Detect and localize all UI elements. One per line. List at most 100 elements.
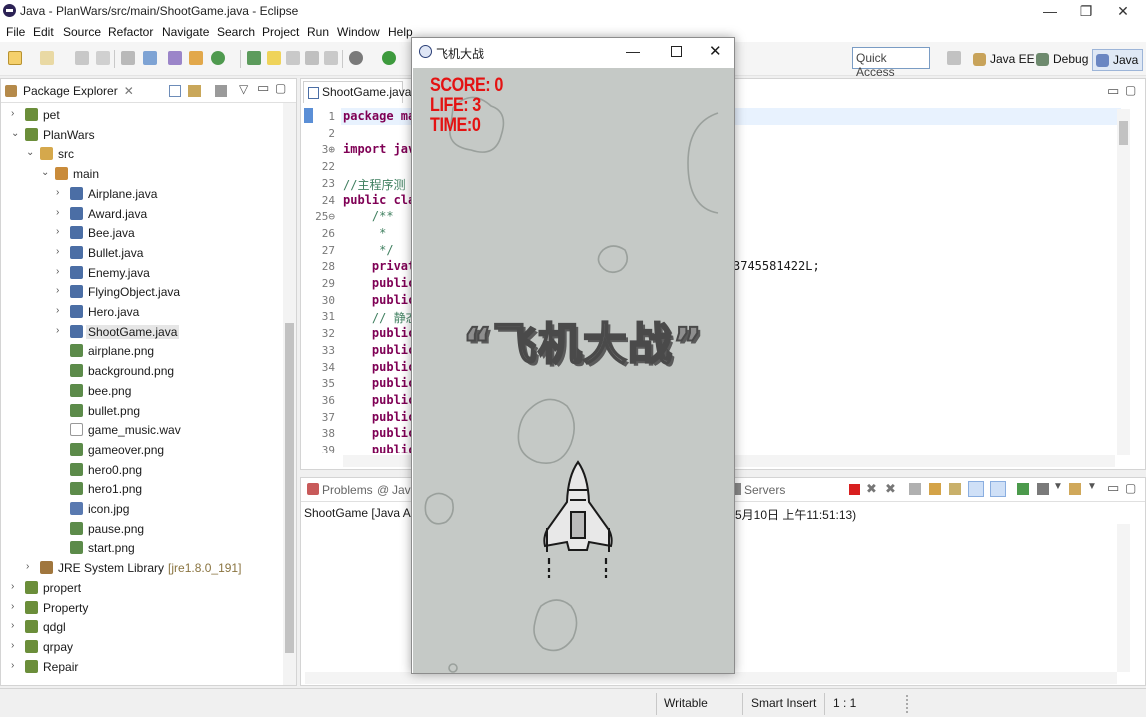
menu-navigate[interactable]: Navigate — [162, 25, 209, 39]
editor-vscrollbar[interactable] — [1117, 109, 1130, 455]
tree-item[interactable]: bee.png — [1, 381, 283, 401]
clear-console-icon[interactable] — [909, 483, 921, 495]
expand-arrow-closed-icon[interactable]: › — [56, 305, 59, 316]
tree-item[interactable]: ⌄ src — [1, 144, 283, 164]
show-on-output-icon[interactable] — [968, 481, 984, 497]
expand-arrow-closed-icon[interactable]: › — [11, 640, 14, 651]
editor-scrollbar-thumb[interactable] — [1119, 121, 1128, 145]
scrollbar-thumb[interactable] — [285, 323, 294, 653]
paragraph-icon[interactable] — [324, 51, 338, 65]
filters-icon[interactable] — [215, 85, 227, 97]
expand-arrow-closed-icon[interactable]: › — [56, 325, 59, 336]
expand-arrow-closed-icon[interactable]: › — [56, 226, 59, 237]
hero-plane[interactable] — [533, 460, 623, 585]
tree-item[interactable]: › qrpay — [1, 637, 283, 657]
tree-item[interactable]: gameover.png — [1, 440, 283, 460]
tree-item[interactable]: › Bee.java — [1, 223, 283, 243]
tree-item[interactable]: background.png — [1, 361, 283, 381]
tree-item[interactable]: start.png — [1, 538, 283, 558]
expand-arrow-closed-icon[interactable]: › — [26, 561, 29, 572]
minimize-button[interactable]: — — [1040, 2, 1060, 20]
show-on-error-icon[interactable] — [990, 481, 1006, 497]
pin-icon[interactable] — [247, 51, 261, 65]
close-tab-icon[interactable]: ✕ — [124, 84, 134, 98]
tree-item[interactable]: › Airplane.java — [1, 184, 283, 204]
tree-item[interactable]: bullet.png — [1, 401, 283, 421]
run-icon[interactable] — [382, 51, 396, 65]
view-menu-icon[interactable]: ▽ — [239, 82, 248, 96]
remove-all-icon[interactable]: ✖ — [885, 481, 896, 497]
tree-item[interactable]: › Award.java — [1, 204, 283, 224]
minimize-console-icon[interactable]: ▭ — [1107, 480, 1119, 496]
menu-window[interactable]: Window — [337, 25, 380, 39]
perspective-debug[interactable]: Debug — [1033, 49, 1092, 71]
open-perspective-icon[interactable] — [947, 51, 961, 65]
package-explorer-tab[interactable]: Package Explorer ✕ — [5, 84, 134, 98]
console-dropdown-icon[interactable]: ▼ — [1053, 481, 1063, 492]
editor-tab-shootgame[interactable]: ShootGame.java — [303, 81, 411, 103]
quick-access-input[interactable]: Quick Access — [852, 47, 930, 79]
expand-arrow-closed-icon[interactable]: › — [56, 207, 59, 218]
menu-refactor[interactable]: Refactor — [108, 25, 153, 39]
console-icon[interactable] — [143, 51, 157, 65]
perspective-java[interactable]: Java — [1092, 49, 1144, 71]
tree-item[interactable]: airplane.png — [1, 341, 283, 361]
minimize-editor-icon[interactable]: ▭ — [1107, 83, 1119, 99]
expand-arrow-closed-icon[interactable]: › — [11, 660, 14, 671]
menu-file[interactable]: File — [6, 25, 25, 39]
word-wrap-icon[interactable] — [949, 483, 961, 495]
tree-item[interactable]: icon.jpg — [1, 499, 283, 519]
close-button[interactable]: ✕ — [1113, 2, 1133, 20]
game-canvas[interactable]: SCORE: 0 LIFE: 3 TIME:0 “飞机大战” — [413, 68, 734, 673]
tree-item[interactable]: › Property — [1, 598, 283, 618]
minimize-view-icon[interactable]: ▭ — [257, 80, 269, 96]
expand-arrow-closed-icon[interactable]: › — [11, 620, 14, 631]
collapse-all-icon[interactable] — [169, 85, 181, 97]
toggle-block-icon[interactable] — [286, 51, 300, 65]
menu-edit[interactable]: Edit — [33, 25, 54, 39]
tree-item[interactable]: ⌄ PlanWars — [1, 125, 283, 145]
expand-arrow-closed-icon[interactable]: › — [56, 246, 59, 257]
open-type-icon[interactable] — [168, 51, 182, 65]
open-console-dropdown-icon[interactable]: ▼ — [1087, 481, 1097, 492]
tree-item[interactable]: hero0.png — [1, 460, 283, 480]
scroll-lock-icon[interactable] — [929, 483, 941, 495]
debug-icon[interactable] — [349, 51, 363, 65]
expand-arrow-closed-icon[interactable]: › — [56, 266, 59, 277]
maximize-view-icon[interactable]: ▢ — [275, 81, 286, 95]
tree-item[interactable]: hero1.png — [1, 479, 283, 499]
pin-console-icon[interactable] — [1017, 483, 1029, 495]
tree-item[interactable]: › Bullet.java — [1, 243, 283, 263]
menu-run[interactable]: Run — [307, 25, 329, 39]
display-console-icon[interactable] — [1037, 483, 1049, 495]
tree-item[interactable]: pause.png — [1, 519, 283, 539]
expand-arrow-open-icon[interactable]: ⌄ — [41, 167, 49, 178]
tree-item[interactable]: › JRE System Library [jre1.8.0_191] — [1, 558, 283, 578]
tree-item[interactable]: › propert — [1, 578, 283, 598]
tab-problems[interactable]: Problems — [322, 483, 373, 497]
terminate-icon[interactable] — [849, 484, 860, 495]
tree-item[interactable]: › pet — [1, 105, 283, 125]
expand-arrow-closed-icon[interactable]: › — [56, 285, 59, 296]
new-icon[interactable] — [8, 51, 22, 65]
tab-servers[interactable]: Servers — [744, 483, 785, 497]
game-close-button[interactable]: ✕ — [709, 42, 722, 60]
perspective-java-ee[interactable]: Java EE — [970, 49, 1039, 71]
expand-arrow-closed-icon[interactable]: › — [56, 187, 59, 198]
maximize-console-icon[interactable]: ▢ — [1125, 481, 1136, 495]
tree-item[interactable]: ⌄ main — [1, 164, 283, 184]
new-java-class-icon[interactable] — [211, 51, 225, 65]
open-console-icon[interactable] — [1069, 483, 1081, 495]
game-maximize-button[interactable] — [671, 46, 682, 57]
tree-item[interactable]: › ShootGame.java — [1, 322, 283, 342]
menu-project[interactable]: Project — [262, 25, 299, 39]
expand-arrow-open-icon[interactable]: ⌄ — [26, 147, 34, 158]
link-editor-icon[interactable] — [188, 85, 201, 97]
tree-item[interactable]: game_music.wav — [1, 420, 283, 440]
save-icon[interactable] — [75, 51, 89, 65]
tree-item[interactable]: › FlyingObject.java — [1, 282, 283, 302]
remove-launch-icon[interactable]: ✖ — [866, 481, 877, 497]
highlight-icon[interactable] — [267, 51, 281, 65]
game-minimize-button[interactable]: — — [626, 43, 640, 59]
expand-arrow-closed-icon[interactable]: › — [11, 108, 14, 119]
